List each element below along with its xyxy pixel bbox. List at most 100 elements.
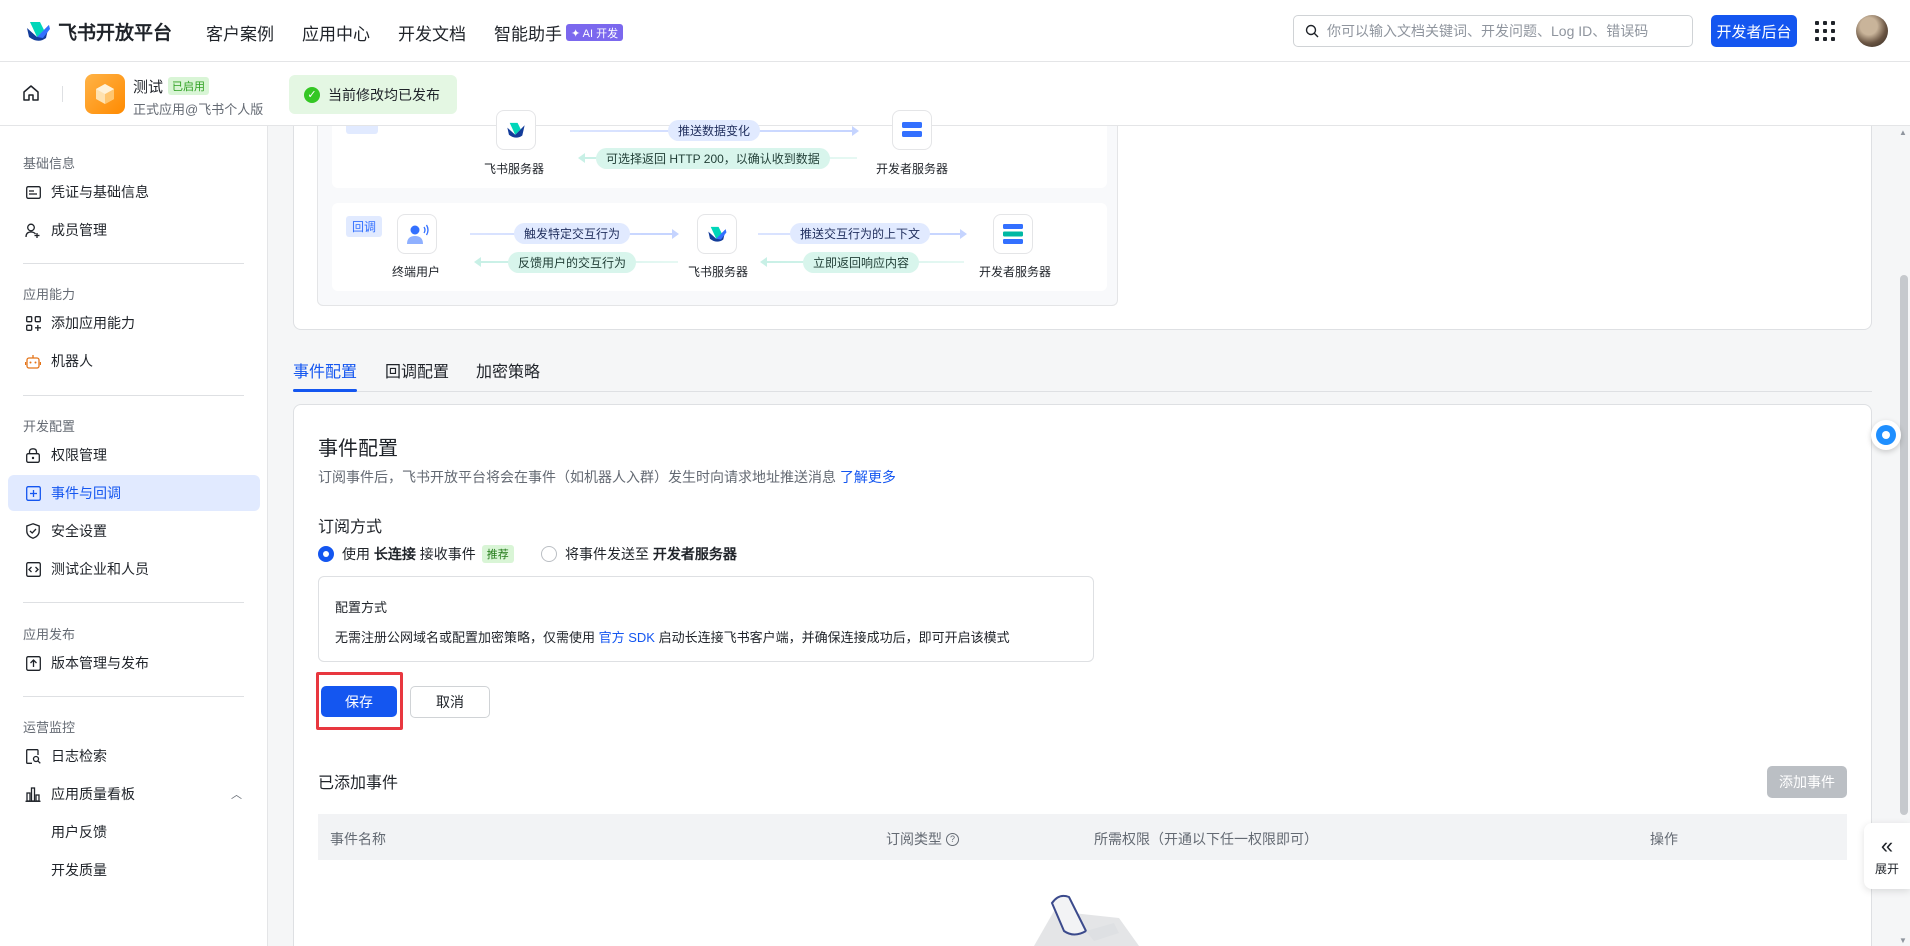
dev-server-node [892, 110, 932, 150]
sidebar-item-feedback[interactable]: 用户反馈 [8, 814, 260, 850]
sidebar-group-capability: 应用能力 [23, 287, 76, 302]
chat-bubble-icon [1876, 425, 1896, 445]
sidebar-item-members[interactable]: 成员管理 [8, 212, 260, 248]
user-speaking-icon [407, 224, 429, 244]
sidebar-divider [23, 395, 244, 396]
sidebar-item-label: 权限管理 [51, 447, 107, 463]
scrollbar-thumb[interactable] [1900, 275, 1908, 815]
column-header: 所需权限（开通以下任一权限即可） [1094, 831, 1318, 847]
sidebar-item-logs[interactable]: 日志检索 [8, 738, 260, 774]
sidebar-item-test-tenants[interactable]: 测试企业和人员 [8, 551, 260, 587]
brand-name: 飞书开放平台 [58, 22, 173, 44]
respond-pill: 立即返回响应内容 [803, 252, 920, 273]
tab-event-config[interactable]: 事件配置 [293, 358, 357, 382]
sidebar-item-permissions[interactable]: 权限管理 [8, 437, 260, 473]
help-icon[interactable]: ? [946, 832, 959, 846]
app-cube-icon [85, 74, 125, 114]
push-change-pill: 推送数据变化 [668, 120, 761, 141]
cancel-button[interactable]: 取消 [410, 686, 490, 718]
check-circle-icon: ✓ [304, 86, 320, 103]
scroll-down-icon[interactable]: ▼ [1899, 936, 1907, 945]
scroll-up-icon[interactable]: ▲ [1899, 128, 1907, 137]
config-method-body: 无需注册公网域名或配置加密策略，仅需使用 官方 SDK 启动长连接飞书客户端，并… [335, 627, 1010, 646]
feishu-server-label: 飞书服务器 [688, 265, 749, 279]
column-header-label: 订阅类型 [886, 831, 942, 847]
config-method-box: 配置方式 无需注册公网域名或配置加密策略，仅需使用 官方 SDK 启动长连接飞书… [318, 576, 1094, 662]
dev-server-node [993, 214, 1033, 254]
section-description-text: 订阅事件后，飞书开放平台将会在事件（如机器人入群）发生时向请求地址推送消息 [318, 469, 836, 485]
config-method-title: 配置方式 [335, 600, 388, 615]
radio-label-prefix: 使用 [342, 546, 370, 562]
sidebar-item-label: 版本管理与发布 [51, 655, 149, 671]
brand-logo[interactable]: 飞书开放平台 [24, 17, 172, 45]
app-header: 测试 已启用 正式应用@飞书个人版 ✓ 当前修改均已发布 [0, 62, 1910, 126]
config-tabs: 事件配置 回调配置 加密策略 [293, 352, 1872, 392]
sidebar-item-credentials[interactable]: 凭证与基础信息 [8, 174, 260, 210]
sidebar-item-label: 事件与回调 [51, 485, 121, 501]
expand-panel-button[interactable]: « 展开 [1864, 823, 1910, 889]
radio-long-connection[interactable]: 使用 长连接 接收事件 推荐 [318, 544, 514, 564]
app-launcher-icon[interactable] [1815, 21, 1835, 41]
save-button[interactable]: 保存 [321, 686, 397, 717]
nav-customer-cases[interactable]: 客户案例 [206, 20, 274, 45]
assistant-float-button[interactable] [1871, 420, 1901, 450]
user-add-icon [25, 222, 41, 238]
tab-encryption[interactable]: 加密策略 [476, 358, 540, 382]
events-table-header: 事件名称 订阅类型 ? 所需权限（开通以下任一权限即可） 操作 [318, 814, 1847, 860]
sidebar-item-label: 开发质量 [51, 862, 107, 878]
nav-dev-docs[interactable]: 开发文档 [398, 20, 466, 45]
feishu-logo-icon [27, 22, 50, 41]
developer-console-button[interactable]: 开发者后台 [1711, 15, 1797, 47]
radio-dev-server[interactable]: 将事件发送至 开发者服务器 [541, 544, 737, 564]
publish-status-text: 当前修改均已发布 [328, 86, 440, 103]
end-user-node [397, 214, 437, 254]
sidebar-item-quality-board[interactable]: 应用质量看板 ︿ [8, 776, 260, 812]
sidebar-group-dev: 开发配置 [23, 419, 76, 434]
sidebar-item-label: 添加应用能力 [51, 315, 135, 331]
empty-state-illustration [1034, 894, 1139, 946]
home-icon[interactable] [22, 84, 40, 102]
sidebar-item-events[interactable]: 事件与回调 [8, 475, 260, 511]
server-icon [902, 122, 922, 137]
nav-app-center[interactable]: 应用中心 [302, 20, 370, 45]
sidebar-item-label: 成员管理 [51, 222, 107, 238]
sidebar-divider [23, 696, 244, 697]
apps-add-icon [25, 315, 41, 331]
user-avatar[interactable] [1856, 15, 1888, 47]
sidebar-item-add-capability[interactable]: 添加应用能力 [8, 305, 260, 341]
sidebar-item-dev-quality[interactable]: 开发质量 [8, 852, 260, 888]
sidebar-divider [23, 602, 244, 603]
app-status-badge: 已启用 [168, 77, 209, 95]
official-sdk-link[interactable]: 官方 SDK [599, 630, 655, 645]
nav-ai-assistant[interactable]: 智能助手 ✦ AI 开发 [494, 20, 624, 45]
double-chevron-left-icon: « [1880, 832, 1894, 858]
code-box-icon [25, 561, 41, 577]
tab-callback-config[interactable]: 回调配置 [385, 358, 449, 382]
sidebar-item-security[interactable]: 安全设置 [8, 513, 260, 549]
sidebar-item-label: 用户反馈 [51, 824, 107, 840]
sidebar-item-bot[interactable]: 机器人 [8, 343, 260, 379]
feishu-server-node [496, 110, 536, 150]
publish-status-chip: ✓ 当前修改均已发布 [289, 75, 457, 114]
lock-icon [25, 447, 41, 463]
add-event-button[interactable]: 添加事件 [1767, 766, 1847, 798]
sidebar-item-versions[interactable]: 版本管理与发布 [8, 645, 260, 681]
sidebar-group-ops: 运营监控 [23, 720, 76, 735]
main-nav: 客户案例 应用中心 开发文档 智能助手 ✦ AI 开发 [206, 20, 624, 45]
search-input[interactable] [1327, 23, 1692, 39]
search-box[interactable] [1293, 15, 1693, 47]
config-body-text: 启动长连接飞书客户端，并确保连接成功后，即可开启该模式 [658, 630, 1010, 645]
radio-label-suffix: 接收事件 [419, 546, 476, 562]
app-name: 测试 [133, 79, 164, 96]
app-subtitle: 正式应用@飞书个人版 [133, 102, 264, 117]
bar-chart-icon [25, 786, 41, 802]
callback-tag: 回调 [346, 216, 383, 237]
server-icon [1003, 224, 1023, 244]
added-events-title: 已添加事件 [318, 775, 399, 792]
sidebar-item-label: 机器人 [51, 353, 93, 369]
event-box-icon [25, 485, 41, 501]
log-search-icon [25, 748, 41, 764]
learn-more-link[interactable]: 了解更多 [840, 469, 896, 485]
radio-label-bold: 长连接 [373, 546, 416, 562]
dev-server-label: 开发者服务器 [876, 162, 949, 176]
